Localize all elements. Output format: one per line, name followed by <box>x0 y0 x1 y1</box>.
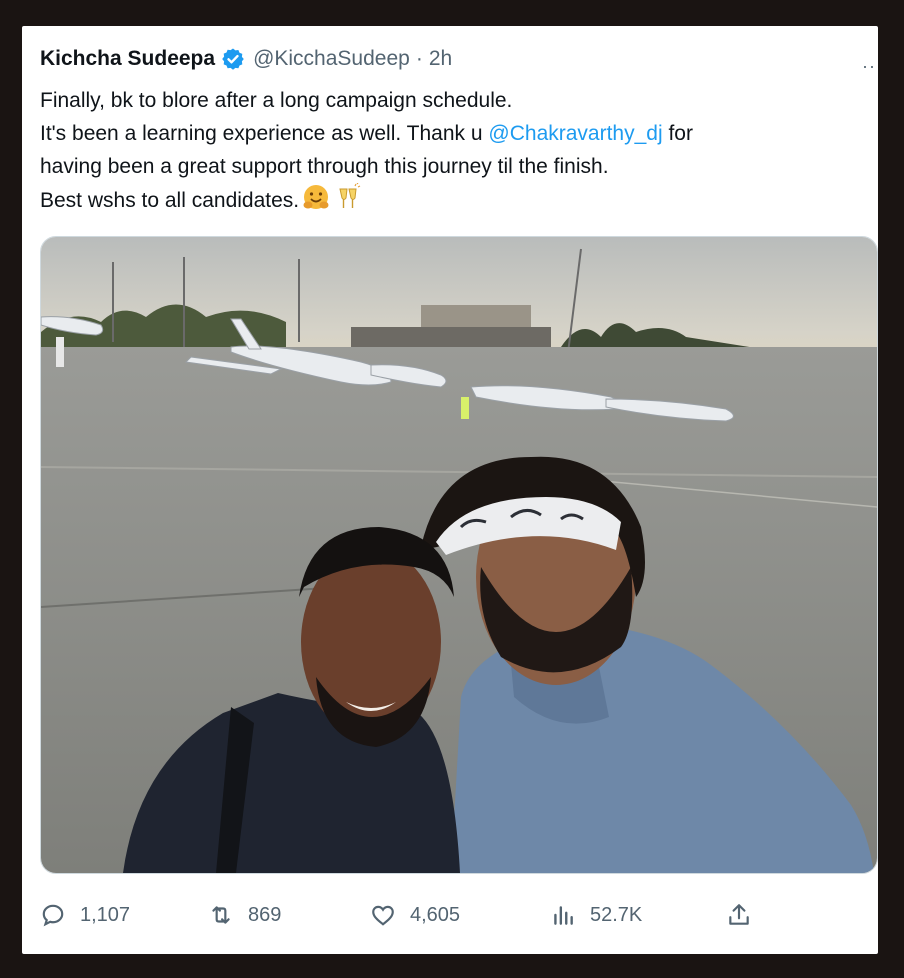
like-count: 4,605 <box>410 903 461 926</box>
repost-count: 869 <box>248 903 282 926</box>
tweet-header: Kichcha Sudeepa @KicchaSudeep · 2h <box>40 44 452 74</box>
more-options-icon[interactable]: ·· <box>862 56 876 77</box>
tweet-line-3: having been a great support through this… <box>40 155 609 178</box>
reply-count: 1,107 <box>80 903 131 926</box>
views-count: 52.7K <box>590 903 643 926</box>
reply-button[interactable]: 1,107 <box>40 898 130 932</box>
tweet-line-1: Finally, bk to blore after a long campai… <box>40 89 513 112</box>
tweet-line-2-end: for <box>662 122 693 145</box>
separator-dot: · <box>415 47 423 70</box>
author-name[interactable]: Kichcha Sudeepa <box>40 47 215 71</box>
views-chart-icon <box>554 906 573 925</box>
tweet-card: Kichcha Sudeepa @KicchaSudeep · 2h ·· Fi… <box>22 26 878 954</box>
views-button[interactable]: 52.7K <box>550 898 642 932</box>
tweet-line-4: Best wshs to all candidates. <box>40 182 860 223</box>
mention-link[interactable]: @Chakravarthy_dj <box>488 122 662 145</box>
like-button[interactable]: 4,605 <box>370 898 460 932</box>
tweet-text: Finally, bk to blore after a long campai… <box>40 84 860 223</box>
heart-icon <box>372 905 394 926</box>
reply-icon <box>42 904 64 927</box>
author-handle[interactable]: @KicchaSudeep <box>253 47 410 71</box>
tweet-line-2: It's been a learning experience as well.… <box>40 117 860 150</box>
clinking-glasses-emoji-icon <box>333 182 363 223</box>
share-icon <box>729 904 749 925</box>
tweet-line-4-text: Best wshs to all candidates. <box>40 189 300 212</box>
share-button[interactable] <box>726 898 752 932</box>
tweet-timestamp[interactable]: 2h <box>429 47 452 71</box>
tweet-line-2-start: It's been a learning experience as well.… <box>40 122 489 145</box>
tweet-photo[interactable] <box>40 236 878 874</box>
repost-button[interactable]: 869 <box>208 898 281 932</box>
tweet-actions-bar: 1,107 869 4,605 52.7K <box>40 898 860 932</box>
verified-badge-icon[interactable] <box>221 47 245 71</box>
photo-selfie-airport <box>41 237 877 873</box>
hugging-face-emoji-icon <box>301 183 331 223</box>
repost-icon <box>212 906 230 924</box>
